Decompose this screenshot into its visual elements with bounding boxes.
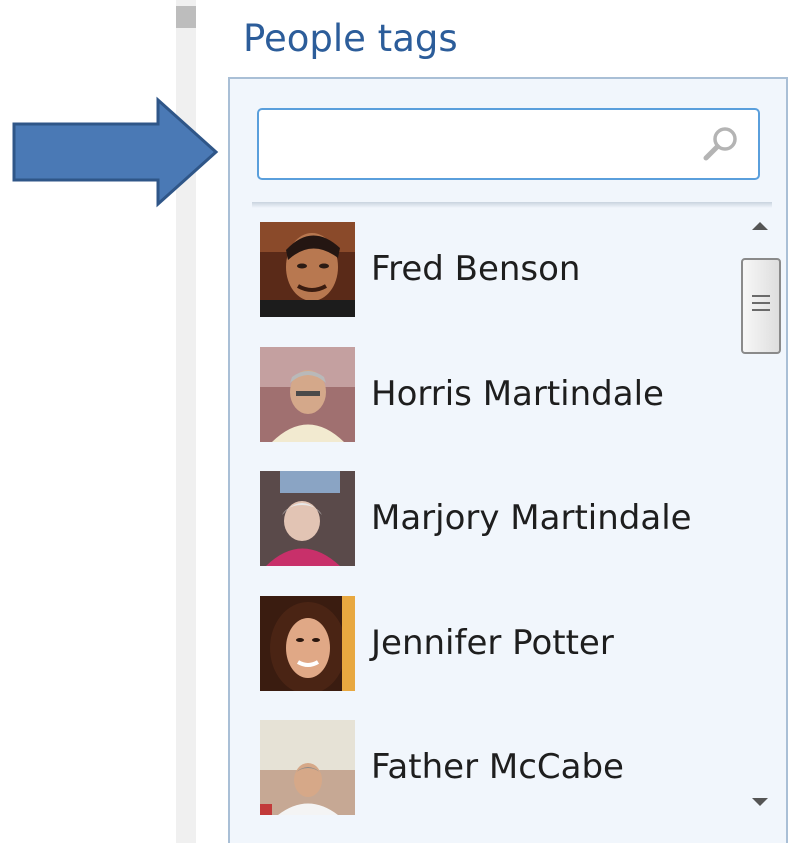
scroll-up-arrow-icon[interactable] [752, 222, 768, 230]
list-separator [252, 202, 772, 208]
scroll-thumb[interactable] [741, 258, 781, 354]
person-item-father-mccabe[interactable]: Father McCabe [244, 712, 739, 822]
grip-line-icon [752, 302, 770, 304]
person-name: Horris Martindale [371, 374, 664, 414]
scroll-down-arrow-icon[interactable] [752, 798, 768, 806]
splitter-handle[interactable] [176, 6, 196, 28]
callout-arrow-icon [12, 96, 219, 208]
grip-line-icon [752, 309, 770, 311]
person-name: Marjory Martindale [371, 498, 692, 538]
person-name: Fred Benson [371, 249, 581, 289]
person-photo [260, 347, 355, 442]
person-photo [260, 222, 355, 317]
grip-line-icon [752, 295, 770, 297]
magnifier-icon[interactable] [700, 124, 742, 166]
people-tags-screen: People tags Fred Benson Horris Martindal… [0, 0, 792, 843]
person-item-horris-martindale[interactable]: Horris Martindale [244, 339, 739, 449]
people-list: Fred Benson Horris Martindale Marjory Ma… [244, 214, 739, 843]
search-box[interactable] [257, 108, 760, 180]
person-name: Father McCabe [371, 747, 624, 787]
person-item-jennifer-potter[interactable]: Jennifer Potter [244, 588, 739, 698]
person-photo [260, 720, 355, 815]
search-input[interactable] [267, 118, 691, 172]
person-photo [260, 471, 355, 566]
person-item-fred-benson[interactable]: Fred Benson [244, 214, 739, 324]
person-name: Jennifer Potter [371, 623, 614, 663]
person-photo [260, 596, 355, 691]
person-item-marjory-martindale[interactable]: Marjory Martindale [244, 463, 739, 573]
section-title: People tags [243, 17, 458, 60]
